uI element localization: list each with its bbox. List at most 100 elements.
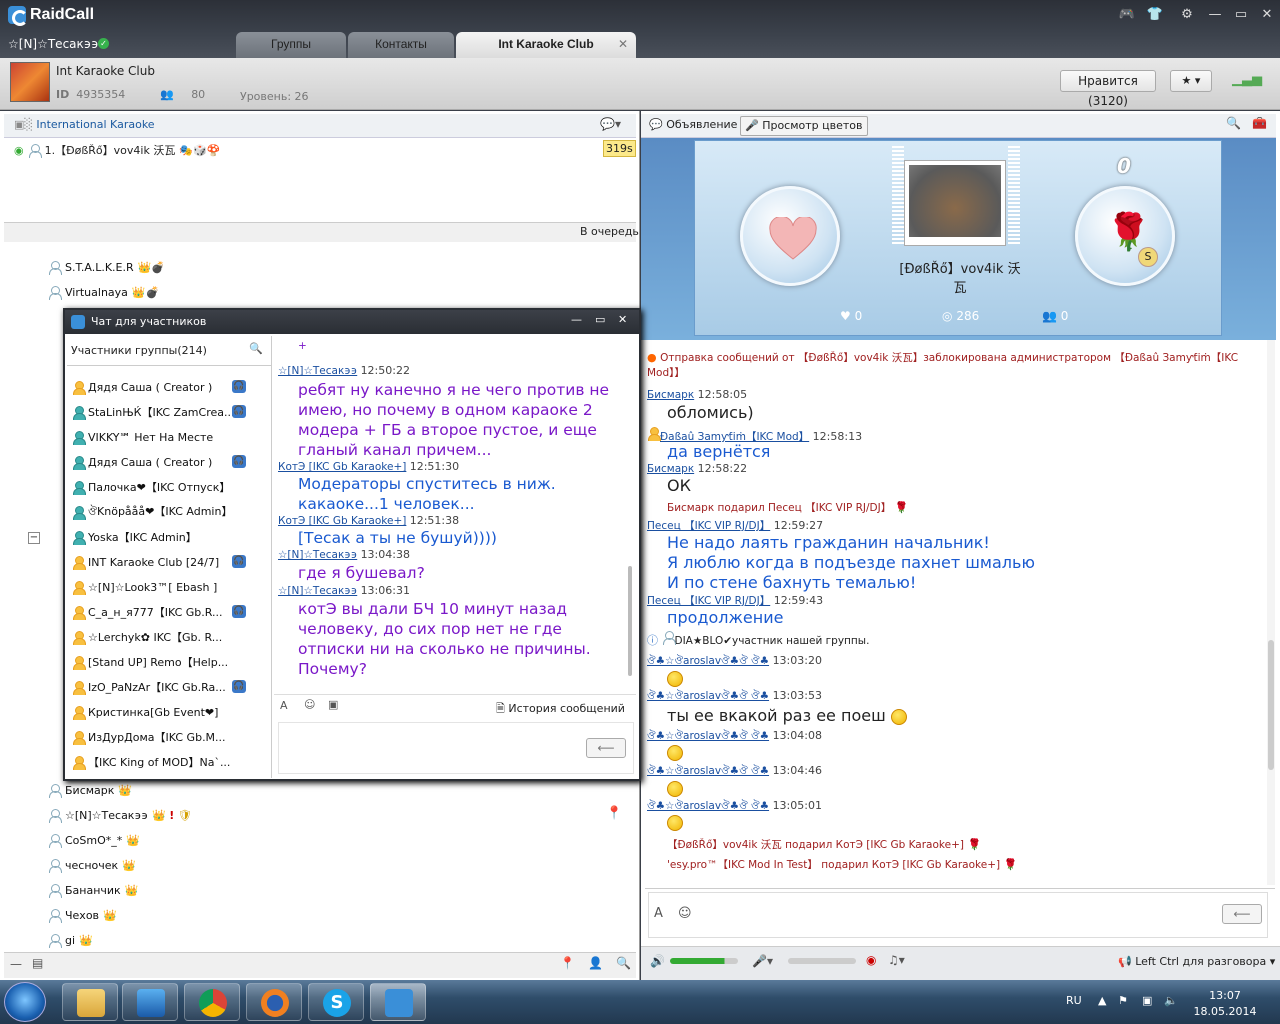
scrollbar-thumb[interactable]	[628, 566, 632, 676]
font-icon[interactable]: A	[280, 699, 288, 712]
chat-bubble-icon[interactable]: 💬▾	[600, 117, 621, 131]
sender-name[interactable]: ঔ♣☆ঔaroslavঔ♣ঔ ঔ♣	[647, 690, 769, 702]
rose-button[interactable]: 🌹 S	[1075, 186, 1175, 286]
show-hidden-icons[interactable]: ▲	[1098, 994, 1106, 1007]
member-item[interactable]: ☆[N]☆Look3™[ Ebash ]	[72, 577, 217, 597]
location-pin-icon[interactable]: 📍	[606, 806, 622, 821]
sender-name[interactable]: КотЭ [IKC Gb Karaoke+]	[278, 461, 406, 473]
tab-close-icon[interactable]: ✕	[618, 32, 628, 56]
member-item[interactable]: ☆Lerchyk✿ IKC【Gb. R...	[72, 627, 222, 647]
toolbox-icon[interactable]: 🧰	[1252, 116, 1267, 130]
member-chat-scrollbar[interactable]	[626, 336, 634, 694]
sender-name[interactable]: ☆[N]☆Тесак϶϶	[278, 549, 357, 561]
scrollbar-thumb[interactable]	[1268, 640, 1274, 770]
maximize-icon[interactable]: ▭	[1230, 6, 1252, 24]
member-item[interactable]: ঔKnöpååå❤【IKC Admin】	[72, 502, 232, 522]
sender-name[interactable]: КотЭ [IKC Gb Karaoke+]	[278, 515, 406, 527]
member-item[interactable]: Yoѕka【IKC Admin】	[72, 527, 197, 547]
settings-icon[interactable]: ⚙	[1176, 6, 1198, 24]
member-chat-send-button[interactable]: ⟵	[586, 738, 626, 758]
list-item[interactable]: чесночек 👑	[48, 855, 136, 875]
member-item[interactable]: С_а_н_я777【IKC Gb.R...	[72, 602, 223, 622]
list-item[interactable]: gi 👑	[48, 930, 93, 950]
minimize-list-icon[interactable]: —	[10, 957, 22, 971]
history-button[interactable]: 🗎 История сообщений	[496, 700, 625, 719]
user-settings-icon[interactable]: 👤	[588, 956, 603, 970]
media-taskbar-button[interactable]	[122, 983, 178, 1021]
microphone-icon[interactable]: 🎤▾	[752, 954, 773, 968]
send-button[interactable]: ⟵	[1222, 904, 1262, 924]
sender-name[interactable]: Бисмарк	[647, 463, 694, 475]
close-icon[interactable]: ✕	[618, 313, 627, 326]
tab-groups[interactable]: Группы	[236, 32, 346, 58]
push-to-talk[interactable]: 📢 Left Ctrl для разговора ▾	[1118, 955, 1275, 968]
chat-scrollbar[interactable]	[1267, 340, 1275, 885]
close-icon[interactable]: ✕	[1256, 6, 1278, 24]
queue-join-button[interactable]: В очередь	[580, 225, 639, 238]
member-item[interactable]: StaLinЊЌ【IKC ZamCrea...	[72, 402, 234, 422]
member-item[interactable]: 【IKC King of MOD】Na`...	[72, 752, 230, 772]
font-icon[interactable]: A	[654, 906, 663, 921]
member-item[interactable]: [Stand UP] Remo【Help...	[72, 652, 228, 672]
record-icon[interactable]: ◉	[866, 953, 876, 967]
member-item[interactable]: VIKKY℠ Нет На Месте	[72, 427, 213, 447]
sender-name[interactable]: Песец 【IKC VIP RJ/DJ】	[647, 520, 770, 532]
minimize-icon[interactable]: —	[571, 313, 582, 326]
member-item[interactable]: INT Karaoke Club [24/7]	[72, 552, 219, 572]
sender-name[interactable]: ঔ♣☆ঔaroslavঔ♣ঔ ঔ♣	[647, 655, 769, 667]
minimize-icon[interactable]: —	[1204, 6, 1226, 24]
sender-name[interactable]: Песец 【IKC VIP RJ/DJ】	[647, 595, 770, 607]
tab-contacts[interactable]: Контакты	[348, 32, 454, 58]
volume-tray-icon[interactable]: 🔈	[1164, 994, 1178, 1007]
sender-name[interactable]: ☆[N]☆Тесак϶϶	[278, 365, 357, 377]
language-indicator[interactable]: RU	[1066, 994, 1082, 1007]
start-button[interactable]	[4, 982, 46, 1022]
list-item[interactable]: Бисмарк 👑	[48, 780, 132, 800]
username[interactable]: ☆[N]☆Тесак϶϶	[8, 37, 99, 51]
list-item[interactable]: S.T.A.L.K.E.R 👑💣	[48, 257, 165, 277]
emoji-icon[interactable]: ☺	[304, 698, 315, 711]
member-item[interactable]: Палочка❤【IKC Отпуск】	[72, 477, 230, 497]
emoji-icon[interactable]: ☺	[678, 906, 692, 921]
list-item[interactable]: ☆[N]☆Тесак϶϶ 👑 ! 🛡	[48, 805, 192, 825]
raidcall-taskbar-button[interactable]	[370, 983, 426, 1021]
shirt-icon[interactable]: 👕	[1144, 6, 1166, 24]
volume-slider[interactable]	[670, 958, 738, 964]
list-item[interactable]: CoSmO*_* 👑	[48, 830, 140, 850]
collapse-icon[interactable]: −	[28, 532, 40, 544]
firefox-taskbar-button[interactable]	[246, 983, 302, 1021]
list-item[interactable]: Чехов 👑	[48, 905, 117, 925]
subchannel-name[interactable]: ▣░ International Karaoke	[14, 118, 155, 131]
chrome-taskbar-button[interactable]	[184, 983, 240, 1021]
gamepad-icon[interactable]: 🎮	[1116, 6, 1138, 24]
member-chat-input[interactable]	[278, 722, 634, 774]
view-colors-button[interactable]: 🎤 Просмотр цветов	[740, 116, 868, 136]
like-button[interactable]: Нравится (3120)	[1060, 70, 1156, 108]
member-chat-titlebar[interactable]: Чат для участников — ▭ ✕	[65, 310, 639, 334]
music-icon[interactable]: ♫▾	[888, 953, 905, 967]
member-item[interactable]: IzO_PaNzAr【IKC Gb.Ra...	[72, 677, 226, 697]
tab-int-karaoke-club[interactable]: Int Karaoke Club ✕	[456, 32, 636, 58]
sender-name[interactable]: Бисмарк	[647, 389, 694, 401]
search-icon[interactable]: 🔍	[249, 342, 263, 355]
member-item[interactable]: Дядя Саша ( Creator )	[72, 377, 212, 397]
sender-name[interactable]: ঔ♣☆ঔaroslavঔ♣ঔ ঔ♣	[647, 800, 769, 812]
location-icon[interactable]: 📍	[560, 956, 575, 970]
member-item[interactable]: Кристинка[Gb Event❤]	[72, 702, 218, 722]
explorer-taskbar-button[interactable]	[62, 983, 118, 1021]
list-item[interactable]: Бананчик 👑	[48, 880, 138, 900]
clock[interactable]: 13:07 18.05.2014	[1190, 988, 1260, 1020]
member-item[interactable]: ИзДурДома【IKC Gb.M...	[72, 727, 226, 747]
sender-name[interactable]: ☆[N]☆Тесак϶϶	[278, 585, 357, 597]
chat-input[interactable]	[648, 892, 1268, 938]
search-icon[interactable]: 🔍	[616, 956, 631, 970]
screenshot-icon[interactable]: ▣	[328, 698, 338, 711]
status-online-icon[interactable]: ✓	[98, 38, 109, 49]
mic-slider[interactable]	[788, 958, 856, 964]
skype-taskbar-button[interactable]: S	[308, 983, 364, 1021]
maximize-icon[interactable]: ▭	[595, 313, 605, 326]
flag-icon[interactable]: ⚑	[1118, 994, 1128, 1007]
list-item[interactable]: Virtualnaya 👑💣	[48, 282, 159, 302]
member-item[interactable]: Дядя Саша ( Creator )	[72, 452, 212, 472]
card-icon[interactable]: ▤	[32, 956, 43, 970]
